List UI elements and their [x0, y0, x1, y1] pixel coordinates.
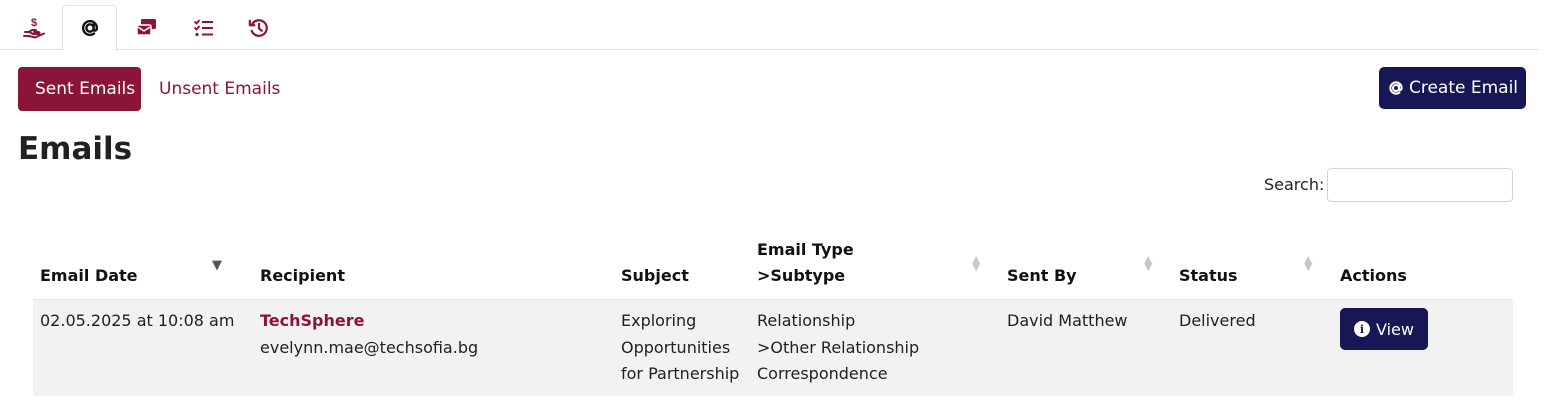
sort-icon[interactable]: ▲ ▼	[1304, 254, 1312, 272]
cell-email-type: Relationship >Other Relationship Corresp…	[757, 308, 919, 388]
header-email-date[interactable]: Email Date	[40, 263, 138, 289]
view-button[interactable]: i View	[1340, 308, 1428, 350]
subject-line: Exploring	[621, 311, 697, 330]
at-sign-icon	[1389, 81, 1403, 95]
cell-email-date: 02.05.2025 at 10:08 am	[40, 311, 235, 330]
checklist-icon	[193, 18, 213, 36]
hand-dollar-icon: $	[22, 17, 45, 39]
cell-status: Delivered	[1179, 311, 1256, 330]
create-email-button[interactable]: Create Email	[1379, 67, 1526, 109]
view-label: View	[1376, 319, 1414, 339]
emails-table: Email Date ▼ Recipient Subject Email Typ…	[33, 235, 1513, 396]
tab-sent-emails[interactable]: Sent Emails	[18, 67, 141, 111]
type-line: >Other Relationship	[757, 337, 920, 357]
tab-unsent-emails[interactable]: Unsent Emails	[142, 67, 297, 111]
search-label: Search:	[1264, 175, 1325, 194]
cell-subject: Exploring Opportunities for Partnership	[621, 308, 739, 388]
table-header: Email Date ▼ Recipient Subject Email Typ…	[33, 235, 1513, 300]
subject-line: for Partnership	[621, 364, 740, 383]
tab-email-stack[interactable]	[119, 5, 174, 50]
at-sign-icon	[81, 19, 98, 37]
header-actions: Actions	[1340, 266, 1407, 285]
type-line: Relationship	[757, 311, 856, 330]
cell-sent-by: David Matthew	[1007, 311, 1128, 330]
header-status[interactable]: Status	[1179, 263, 1238, 289]
header-recipient[interactable]: Recipient	[260, 263, 345, 289]
recipient-email: evelynn.mae@techsofia.bg	[260, 337, 479, 357]
table-row: 02.05.2025 at 10:08 am TechSphere evelyn…	[33, 300, 1513, 396]
header-email-type[interactable]: Email Type >Subtype	[757, 237, 854, 289]
recipient-name[interactable]: TechSphere	[260, 308, 478, 335]
search-input[interactable]	[1327, 168, 1513, 202]
sort-icon[interactable]: ▲ ▼	[972, 254, 980, 272]
tab-checklist[interactable]	[176, 5, 231, 50]
subject-line: Opportunities	[621, 337, 731, 357]
create-email-label: Create Email	[1408, 78, 1519, 98]
header-email-type-line2: >Subtype	[757, 266, 846, 285]
header-subject[interactable]: Subject	[621, 263, 689, 289]
info-circle-icon: i	[1354, 321, 1371, 337]
tab-hand-dollar[interactable]: $	[6, 5, 61, 50]
tab-history[interactable]	[231, 5, 286, 50]
type-line: Correspondence	[757, 364, 888, 383]
header-email-type-line1: Email Type	[757, 240, 854, 259]
svg-text:$: $	[31, 17, 37, 29]
cell-recipient: TechSphere evelynn.mae@techsofia.bg	[260, 308, 478, 361]
email-stack-icon	[135, 18, 156, 36]
sort-icon[interactable]: ▲ ▼	[1144, 254, 1152, 272]
history-icon	[248, 18, 268, 37]
tab-at-sign[interactable]	[62, 5, 117, 51]
header-sent-by[interactable]: Sent By	[1007, 263, 1077, 289]
page-title: Emails	[18, 131, 133, 167]
sort-desc-icon[interactable]: ▼	[212, 259, 222, 272]
icon-tab-bar: $	[0, 0, 1539, 51]
